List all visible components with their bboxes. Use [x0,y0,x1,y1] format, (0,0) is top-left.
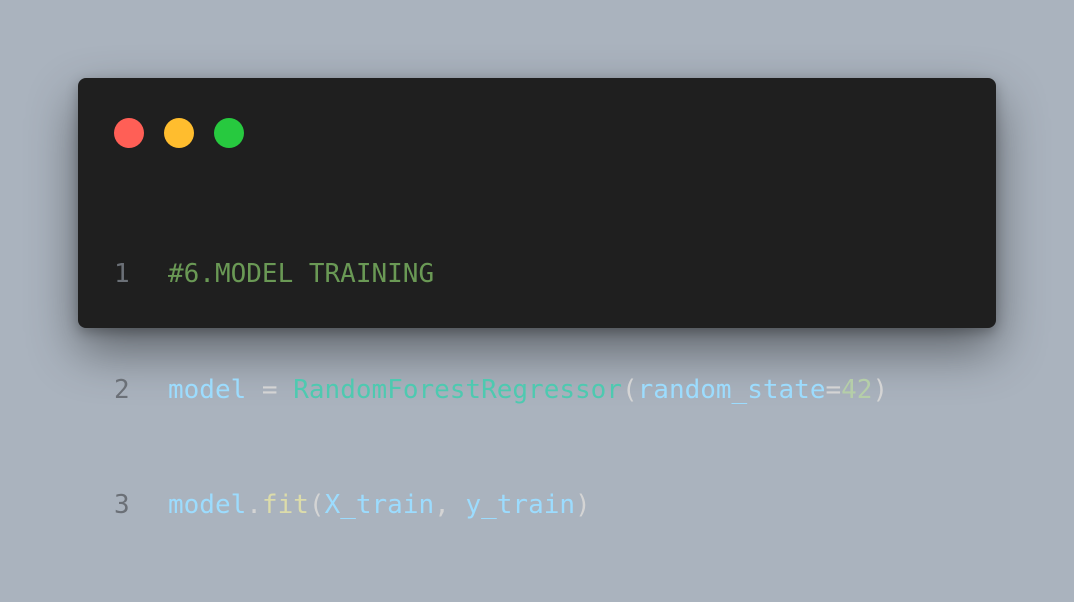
code-token: X_train [324,490,435,520]
code-line-2: 2 model = RandomForestRegressor(random_st… [114,371,888,410]
code-token: model [168,490,247,520]
line-number: 3 [114,490,130,520]
close-dot-icon[interactable] [114,118,144,148]
code-block: 1 #6.MODEL TRAINING 2 model = RandomForest… [114,178,888,602]
code-token: ) [575,490,591,520]
code-token: random_state [637,374,826,405]
code-token: ( [621,374,638,405]
code-token: RandomForestRegressor [293,374,622,405]
maximize-dot-icon[interactable] [214,118,244,148]
code-token: ( [308,490,325,520]
code-token: y_train [465,490,576,520]
code-line-3: 3 model.fit(X_train, y_train) [114,486,888,525]
code-token: ) [872,374,889,405]
code-window: 1 #6.MODEL TRAINING 2 model = RandomForest… [78,78,996,520]
code-token: #6.MODEL TRAINING [168,259,435,289]
code-token: . [246,490,262,520]
line-number: 1 [114,259,130,289]
code-token: model [168,374,247,405]
code-token: 42 [841,374,873,405]
code-line-1: 1 #6.MODEL TRAINING [114,255,888,294]
minimize-dot-icon[interactable] [164,118,194,148]
code-token: = [825,374,842,405]
line-number: 2 [114,374,130,405]
code-token: = [246,374,294,405]
code-token: , [434,490,466,520]
code-token: fit [261,490,309,520]
